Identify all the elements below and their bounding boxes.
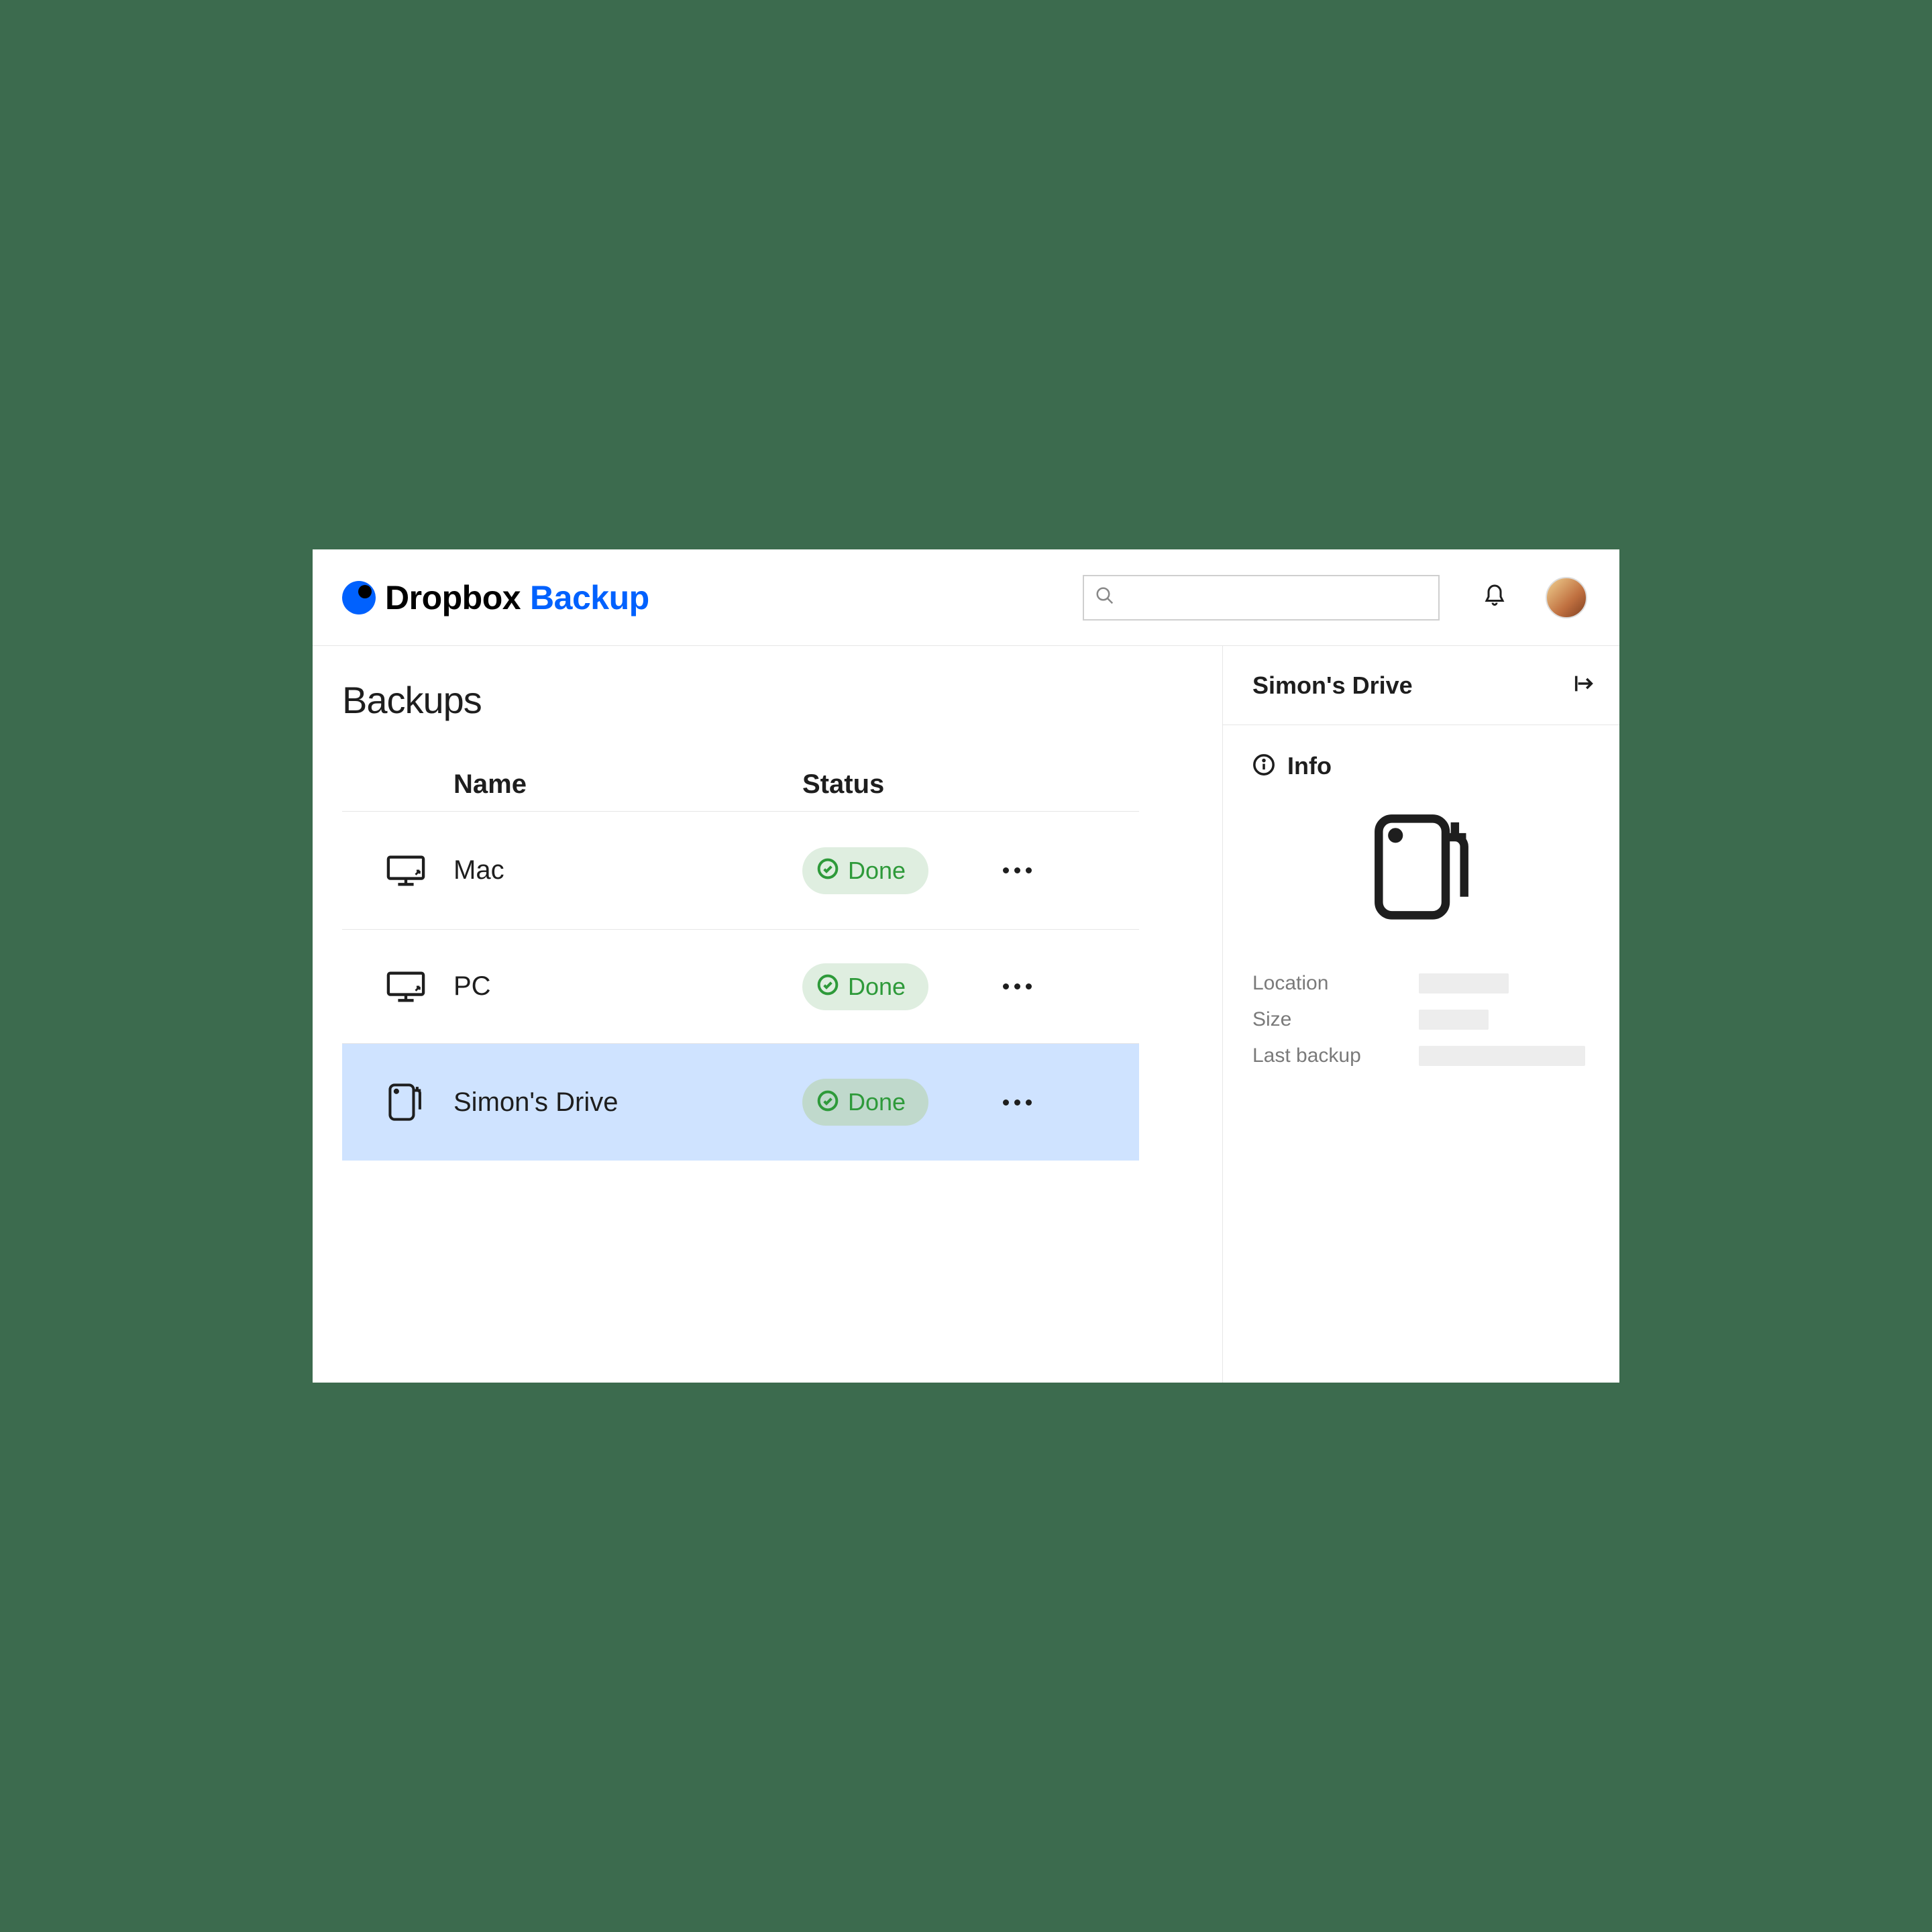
app-window: Dropbox Backup Backups Name Status <box>313 549 1619 1383</box>
topbar: Dropbox Backup <box>313 549 1619 646</box>
skeleton-placeholder <box>1419 1046 1585 1066</box>
avatar[interactable] <box>1546 577 1587 619</box>
check-circle-icon <box>817 1090 839 1115</box>
monitor-icon <box>386 971 429 1003</box>
row-actions-button[interactable] <box>1003 867 1032 873</box>
panel-body: Info Location Size Last backup <box>1223 725 1619 1108</box>
brand-word-dropbox: Dropbox <box>385 578 521 617</box>
dropbox-logo-icon <box>342 581 376 614</box>
check-circle-icon <box>817 858 839 883</box>
column-header-status: Status <box>802 769 977 800</box>
notifications-button[interactable] <box>1481 584 1508 611</box>
external-drive-icon <box>386 1081 429 1123</box>
body: Backups Name Status Mac <box>313 646 1619 1383</box>
bell-icon <box>1483 584 1507 611</box>
column-header-name: Name <box>453 769 802 800</box>
table-row[interactable]: Mac Done <box>342 812 1139 930</box>
table-row[interactable]: Simon's Drive Done <box>342 1044 1139 1161</box>
info-label-location: Location <box>1252 972 1419 995</box>
page-title: Backups <box>342 678 1222 722</box>
status-badge: Done <box>802 847 928 894</box>
info-row-size: Size <box>1252 1008 1590 1031</box>
status-text: Done <box>848 973 906 1001</box>
brand-word-backup: Backup <box>530 578 649 617</box>
search-input[interactable] <box>1083 575 1440 621</box>
status-text: Done <box>848 1088 906 1116</box>
row-name: Simon's Drive <box>453 1087 802 1118</box>
search-icon <box>1095 586 1115 609</box>
status-text: Done <box>848 857 906 885</box>
info-label: Info <box>1287 752 1332 780</box>
row-actions-button[interactable] <box>1003 1099 1032 1106</box>
backups-table: Name Status Mac Done <box>342 758 1139 1161</box>
row-name: Mac <box>453 855 802 885</box>
external-drive-large-icon <box>1252 806 1590 926</box>
skeleton-placeholder <box>1419 973 1509 994</box>
panel-title: Simon's Drive <box>1252 672 1413 700</box>
main: Backups Name Status Mac <box>313 646 1222 1383</box>
info-label-size: Size <box>1252 1008 1419 1031</box>
table-header: Name Status <box>342 758 1139 812</box>
check-circle-icon <box>817 974 839 999</box>
info-label-last-backup: Last backup <box>1252 1044 1419 1067</box>
status-badge: Done <box>802 1079 928 1126</box>
info-heading: Info <box>1252 752 1590 780</box>
info-row-location: Location <box>1252 972 1590 995</box>
status-badge: Done <box>802 963 928 1010</box>
row-name: PC <box>453 971 802 1002</box>
info-row-last-backup: Last backup <box>1252 1044 1590 1067</box>
details-panel: Simon's Drive Info Location <box>1222 646 1619 1383</box>
skeleton-placeholder <box>1419 1010 1489 1030</box>
monitor-icon <box>386 855 429 887</box>
collapse-panel-button[interactable] <box>1572 672 1595 698</box>
info-icon <box>1252 753 1275 780</box>
panel-header: Simon's Drive <box>1223 646 1619 725</box>
row-actions-button[interactable] <box>1003 983 1032 989</box>
table-row[interactable]: PC Done <box>342 930 1139 1044</box>
brand: Dropbox Backup <box>342 578 649 617</box>
